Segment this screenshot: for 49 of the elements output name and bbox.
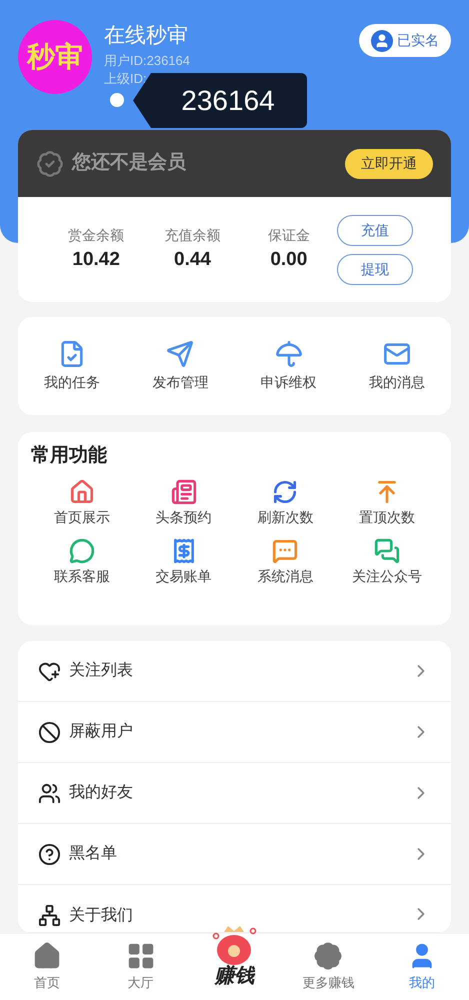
activate-button[interactable]: 立即开通 [345,148,433,178]
feature-button[interactable]: 刷新次数 [234,478,336,528]
umbrella-icon [274,340,303,368]
balance-label: 充值余额 [164,226,220,245]
refresh-icon [272,478,298,504]
feature-button[interactable]: 置顶次数 [336,478,438,528]
feature-button[interactable]: 头条预约 [132,478,234,528]
house-icon [68,478,95,504]
chat-bubbles-icon [374,538,400,564]
balance-value: 10.42 [72,248,120,272]
user-name: 在线秒审 [104,23,189,49]
user-id: 用户ID:236164 [104,52,190,70]
feature-button[interactable]: 交易账单 [132,538,234,586]
section-title: 常用功能 [31,445,107,466]
menu-item[interactable]: 关于我们 [18,885,451,933]
shortcut-button[interactable]: 我的任务 [18,340,126,392]
chat-icon [68,538,95,564]
shortcut-button[interactable]: 申诉维权 [234,340,343,392]
verified-button[interactable]: 已实名 [359,24,451,57]
balance-label: 保证金 [268,226,310,245]
message-icon [272,538,298,564]
menu-item[interactable]: 我的好友 [18,763,451,824]
balance-action-button[interactable]: 充值 [337,214,413,246]
shortcut-button[interactable]: 发布管理 [126,340,234,392]
nav-tab[interactable]: 大厅 [94,941,188,993]
nav-tab[interactable]: 更多赚钱 [281,941,376,993]
menu-item[interactable]: 屏蔽用户 [18,702,451,763]
users-icon [38,782,61,804]
nav-tab[interactable]: 我的 [375,941,469,993]
newspaper-icon [170,478,197,504]
balance-value: 0.00 [270,248,308,272]
balance-value: 0.44 [174,248,211,272]
feature-button[interactable]: 关注公众号 [336,538,438,586]
nav-tab[interactable]: 首页 [0,941,94,993]
shortcut-button[interactable]: 我的消息 [342,340,451,392]
user-icon [371,30,393,52]
badge-icon [36,150,64,178]
ban-icon [38,720,61,744]
menu-item[interactable]: 关注列表 [18,641,451,702]
parent-id: 上级ID: [104,70,148,88]
help-icon [38,842,61,866]
menu-item[interactable]: 黑名单 [18,824,451,885]
membership-title: 您还不是会员 [72,151,186,176]
feature-button[interactable]: 系统消息 [234,538,336,586]
paper-plane-icon [166,340,194,368]
balance-action-button[interactable]: 提现 [337,254,413,284]
feature-button[interactable]: 首页展示 [31,478,133,528]
feature-button[interactable]: 联系客服 [31,538,133,586]
balance-label: 赏金余额 [68,226,124,245]
